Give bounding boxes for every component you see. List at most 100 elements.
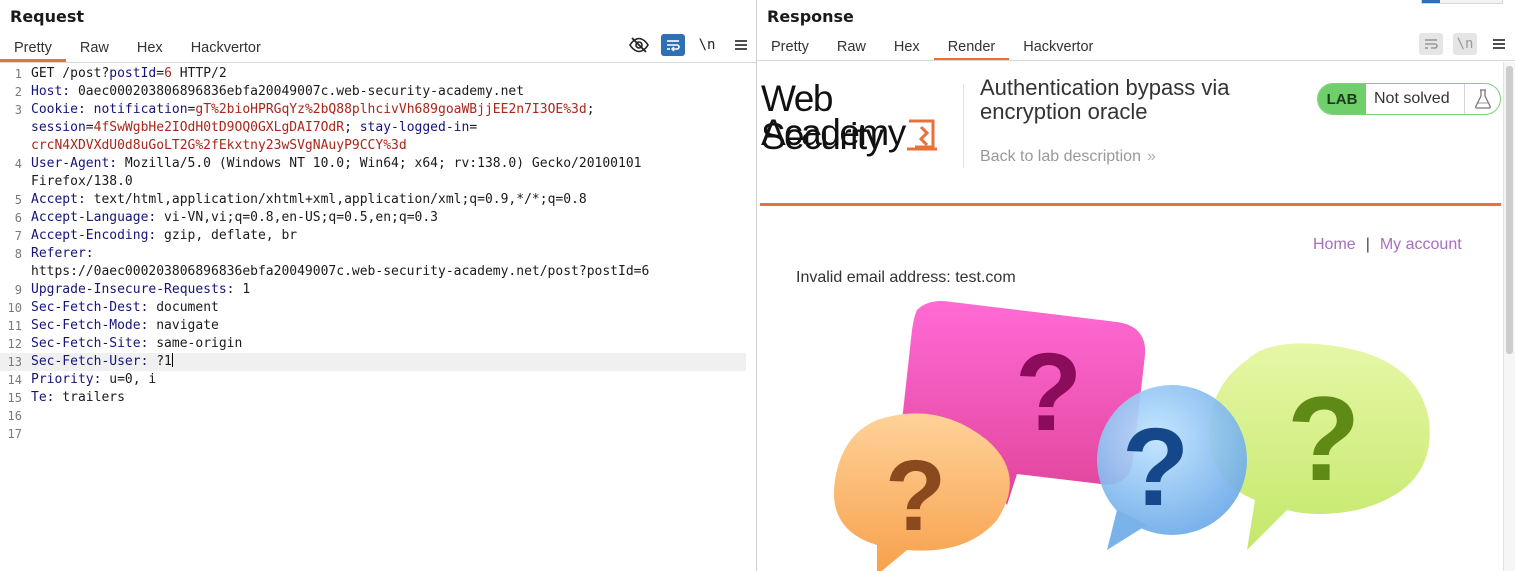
response-toolbar: \n [1419, 33, 1511, 55]
nav-my-account-link[interactable]: My account [1380, 236, 1462, 254]
editor-line[interactable]: 13 Sec-Fetch-User: ?1 [0, 353, 746, 371]
line-text: Host: 0aec000203806896836ebfa20049007c.w… [31, 84, 525, 99]
response-tab-pretty[interactable]: Pretty [757, 34, 823, 60]
layout-toggle[interactable] [1421, 0, 1503, 4]
editor-line[interactable]: 7 Accept-Encoding: gzip, deflate, br [0, 227, 746, 245]
response-title: Response [767, 7, 854, 26]
request-tab-hackvertor[interactable]: Hackvertor [177, 35, 275, 61]
editor-line[interactable]: session=4fSwWgbHe2IOdH0tD9OQ0GXLgDAI7OdR… [0, 119, 746, 137]
text-caret [171, 353, 173, 367]
line-text: Priority: u=0, i [31, 372, 157, 387]
editor-line[interactable]: Firefox/138.0 [0, 173, 746, 191]
back-link-label: Back to lab description [980, 148, 1141, 165]
request-tab-hex[interactable]: Hex [123, 35, 177, 61]
line-text: GET /post?postId=6 HTTP/2 [31, 66, 227, 81]
newline-icon[interactable]: \n [1453, 33, 1477, 55]
line-text: Accept-Encoding: gzip, deflate, br [31, 228, 298, 243]
logo-mark-icon [907, 119, 937, 151]
editor-line[interactable]: 4 User-Agent: Mozilla/5.0 (Windows NT 10.… [0, 155, 746, 173]
error-message: Invalid email address: test.com [796, 269, 1016, 286]
editor-line[interactable]: 3 Cookie: notification=gT%2bioHPRGqYz%2bQ… [0, 101, 746, 119]
hide-icon[interactable] [627, 34, 651, 56]
line-number: 14 [7, 373, 22, 387]
render-scrollbar[interactable] [1503, 62, 1515, 571]
response-tab-raw[interactable]: Raw [823, 34, 880, 60]
lab-status-text: Not solved [1374, 90, 1450, 107]
lab-title: Authentication bypass via encryption ora… [980, 75, 1230, 124]
line-text: Te: trailers [31, 390, 125, 405]
response-tab-hex[interactable]: Hex [880, 34, 934, 60]
editor-line[interactable]: 9 Upgrade-Insecure-Requests: 1 [0, 281, 746, 299]
line-number: 13 [7, 355, 22, 369]
line-text: Sec-Fetch-Site: same-origin [31, 336, 243, 351]
menu-icon[interactable] [1487, 33, 1511, 55]
editor-line[interactable]: 16 [0, 407, 746, 425]
svg-text:?: ? [1015, 331, 1082, 454]
wrap-icon[interactable] [1419, 33, 1443, 55]
web-security-academy-logo[interactable]: Web Security Academy [761, 80, 961, 156]
response-tab-hackvertor[interactable]: Hackvertor [1009, 34, 1107, 60]
line-number: 6 [14, 211, 22, 225]
render-view: Web Security Academy Authentication bypa… [757, 62, 1503, 571]
editor-line[interactable]: 2 Host: 0aec000203806896836ebfa20049007c.… [0, 83, 746, 101]
logo-line2: Academy [761, 112, 906, 153]
line-number: 2 [14, 85, 22, 99]
line-number: 9 [14, 283, 22, 297]
request-tab-divider [0, 62, 756, 63]
line-text: Accept-Language: vi-VN,vi;q=0.8,en-US;q=… [31, 210, 438, 225]
response-tabs: Pretty Raw Hex Render Hackvertor [757, 34, 1107, 61]
response-pane: Response Pretty Raw Hex Render Hackverto… [757, 0, 1515, 571]
editor-line[interactable]: 6 Accept-Language: vi-VN,vi;q=0.8,en-US;q… [0, 209, 746, 227]
editor-line[interactable]: 8 Referer: [0, 245, 746, 263]
line-number: 8 [14, 247, 22, 261]
response-tab-render[interactable]: Render [933, 34, 1010, 61]
request-pane: Request Pretty Raw Hex Hackvertor \n 1 GE… [0, 0, 756, 571]
lab-label: LAB [1318, 84, 1366, 114]
lab-status-badge: LAB Not solved [1317, 83, 1501, 115]
request-tab-raw[interactable]: Raw [66, 35, 123, 61]
nav-home-link[interactable]: Home [1313, 236, 1356, 254]
flask-icon [1464, 84, 1500, 114]
line-number: 16 [7, 409, 22, 423]
svg-text:?: ? [1287, 372, 1360, 506]
editor-line[interactable]: crcN4XDVXdU0d8uGoLT2G%2fEkxtny23wSVgNAuy… [0, 137, 746, 155]
editor-line[interactable]: 15 Te: trailers [0, 389, 746, 407]
request-tab-pretty[interactable]: Pretty [0, 35, 66, 62]
line-text: Sec-Fetch-User: ?1 [31, 353, 173, 369]
line-text: crcN4XDVXdU0d8uGoLT2G%2fEkxtny23wSVgNAuy… [31, 138, 407, 153]
render-scrollbar-thumb[interactable] [1506, 66, 1513, 354]
line-text: Firefox/138.0 [31, 174, 133, 189]
back-to-lab-description-link[interactable]: Back to lab description » [980, 148, 1156, 166]
editor-line[interactable]: https://0aec000203806896836ebfa20049007c… [0, 263, 746, 281]
nav-separator: | [1365, 236, 1370, 253]
line-number: 3 [14, 103, 22, 117]
line-text: Cookie: notification=gT%2bioHPRGqYz%2bQ8… [31, 102, 595, 117]
line-number: 7 [14, 229, 22, 243]
line-text: Accept: text/html,application/xhtml+xml,… [31, 192, 587, 207]
editor-line[interactable]: 11 Sec-Fetch-Mode: navigate [0, 317, 746, 335]
line-text: Upgrade-Insecure-Requests: 1 [31, 282, 251, 297]
editor-line[interactable]: 17 [0, 425, 746, 443]
editor-line[interactable]: 1 GET /post?postId=6 HTTP/2 [0, 65, 746, 83]
double-chevron-icon: » [1146, 148, 1156, 165]
line-text: Sec-Fetch-Dest: document [31, 300, 219, 315]
svg-text:?: ? [1122, 406, 1189, 529]
line-number: 11 [7, 319, 22, 333]
response-tab-divider [757, 60, 1515, 61]
header-separator [963, 84, 964, 168]
editor-line[interactable]: 14 Priority: u=0, i [0, 371, 746, 389]
request-tabs: Pretty Raw Hex Hackvertor [0, 35, 275, 62]
editor-line[interactable]: 12 Sec-Fetch-Site: same-origin [0, 335, 746, 353]
newline-icon[interactable]: \n [695, 34, 719, 56]
line-number: 4 [14, 157, 22, 171]
line-text: Sec-Fetch-Mode: navigate [31, 318, 219, 333]
wrap-icon[interactable] [661, 34, 685, 56]
line-number: 1 [14, 67, 22, 81]
editor-line[interactable]: 10 Sec-Fetch-Dest: document [0, 299, 746, 317]
menu-icon[interactable] [729, 34, 753, 56]
request-toolbar: \n [627, 34, 753, 56]
line-text: Referer: [31, 246, 94, 261]
request-editor[interactable]: 1 GET /post?postId=6 HTTP/2 2 Host: 0aec000… [0, 65, 756, 571]
line-number: 5 [14, 193, 22, 207]
editor-line[interactable]: 5 Accept: text/html,application/xhtml+xml… [0, 191, 746, 209]
